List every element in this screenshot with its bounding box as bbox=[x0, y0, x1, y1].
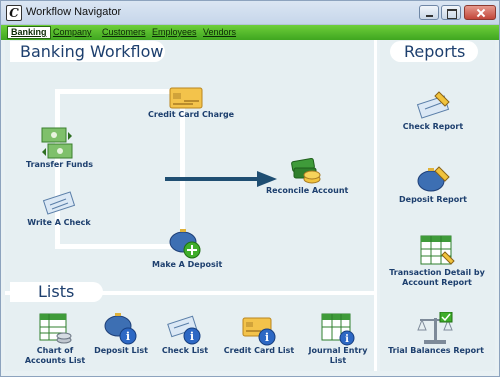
window-title: Workflow Navigator bbox=[26, 6, 122, 18]
transfer-funds-task[interactable]: Transfer Funds bbox=[26, 126, 93, 170]
menu-employees[interactable]: Employees bbox=[149, 26, 200, 39]
check-report-label: Check Report bbox=[402, 122, 464, 131]
menu-company[interactable]: Company bbox=[50, 26, 95, 39]
menu-vendors[interactable]: Vendors bbox=[200, 26, 239, 39]
transaction-detail-grid-icon bbox=[420, 235, 455, 265]
reports-heading: Reports bbox=[390, 41, 478, 62]
transfer-funds-icon bbox=[41, 127, 73, 159]
chart-of-accounts-icon bbox=[39, 313, 72, 344]
minimize-button[interactable] bbox=[419, 5, 439, 20]
reconcile-account-task[interactable]: Reconcile Account bbox=[266, 156, 349, 196]
check-icon bbox=[42, 191, 76, 215]
credit-card-charge-task[interactable]: Credit Card Charge bbox=[148, 86, 235, 120]
journal-entry-icon: i bbox=[321, 313, 355, 346]
svg-text:i: i bbox=[126, 330, 130, 343]
check-list-icon: i bbox=[167, 315, 201, 345]
deposit-report-task[interactable]: Deposit Report bbox=[390, 163, 476, 205]
transaction-detail-report-task[interactable]: Transaction Detail by Account Report bbox=[384, 234, 490, 288]
app-logo-icon: C bbox=[6, 5, 22, 21]
chart-of-accounts-list-task[interactable]: Chart of Accounts List bbox=[22, 312, 88, 366]
check-list-task[interactable]: i Check List bbox=[156, 312, 214, 356]
deposit-piggy-bank-icon bbox=[169, 229, 201, 259]
trial-balance-scale-icon bbox=[417, 312, 453, 344]
transaction-detail-label-1: Transaction Detail by bbox=[389, 268, 485, 277]
chart-of-accounts-label-1: Chart of bbox=[36, 346, 74, 355]
lists-heading: Lists bbox=[10, 282, 103, 302]
journal-entry-label-2: List bbox=[329, 356, 347, 365]
trial-balances-label: Trial Balances Report bbox=[388, 346, 484, 355]
deposit-report-label: Deposit Report bbox=[399, 195, 467, 204]
journal-entry-list-task[interactable]: i Journal Entry List bbox=[304, 312, 372, 366]
credit-card-list-label: Credit Card List bbox=[223, 346, 295, 355]
check-report-icon bbox=[416, 91, 450, 119]
trial-balances-report-task[interactable]: Trial Balances Report bbox=[386, 312, 486, 356]
make-deposit-label: Make A Deposit bbox=[152, 260, 223, 269]
deposit-list-label: Deposit List bbox=[94, 346, 148, 355]
check-list-label: Check List bbox=[161, 346, 209, 355]
maximize-button[interactable] bbox=[441, 5, 461, 20]
transfer-funds-label: Transfer Funds bbox=[26, 160, 93, 169]
menu-banking[interactable]: Banking bbox=[7, 26, 51, 39]
workflow-arrow-icon bbox=[165, 171, 277, 187]
svg-text:i: i bbox=[265, 331, 269, 344]
deposit-list-icon: i bbox=[104, 313, 137, 345]
reconcile-ledger-icon bbox=[291, 157, 321, 184]
write-check-label: Write A Check bbox=[27, 218, 91, 227]
deposit-report-icon bbox=[417, 166, 450, 192]
svg-text:i: i bbox=[345, 334, 349, 345]
chart-of-accounts-label-2: Accounts List bbox=[24, 356, 86, 365]
menu-bar: Banking Company Customers Employees Vend… bbox=[1, 25, 499, 40]
title-bar[interactable]: C Workflow Navigator bbox=[1, 1, 499, 25]
banking-workflow-heading: Banking Workflow bbox=[10, 41, 165, 62]
menu-customers[interactable]: Customers bbox=[99, 26, 149, 39]
credit-card-list-task[interactable]: i Credit Card List bbox=[222, 312, 296, 356]
reconcile-account-label: Reconcile Account bbox=[266, 186, 349, 195]
transaction-detail-label-2: Account Report bbox=[402, 278, 472, 287]
journal-entry-label-1: Journal Entry bbox=[308, 346, 368, 355]
deposit-list-task[interactable]: i Deposit List bbox=[90, 312, 152, 356]
credit-card-charge-label: Credit Card Charge bbox=[148, 110, 235, 119]
credit-card-icon bbox=[169, 87, 203, 109]
credit-card-list-icon: i bbox=[242, 317, 276, 346]
write-check-task[interactable]: Write A Check bbox=[26, 188, 92, 228]
check-report-task[interactable]: Check Report bbox=[390, 90, 476, 132]
close-button[interactable] bbox=[464, 5, 496, 20]
make-deposit-task[interactable]: Make A Deposit bbox=[152, 226, 223, 270]
svg-text:i: i bbox=[190, 330, 194, 343]
